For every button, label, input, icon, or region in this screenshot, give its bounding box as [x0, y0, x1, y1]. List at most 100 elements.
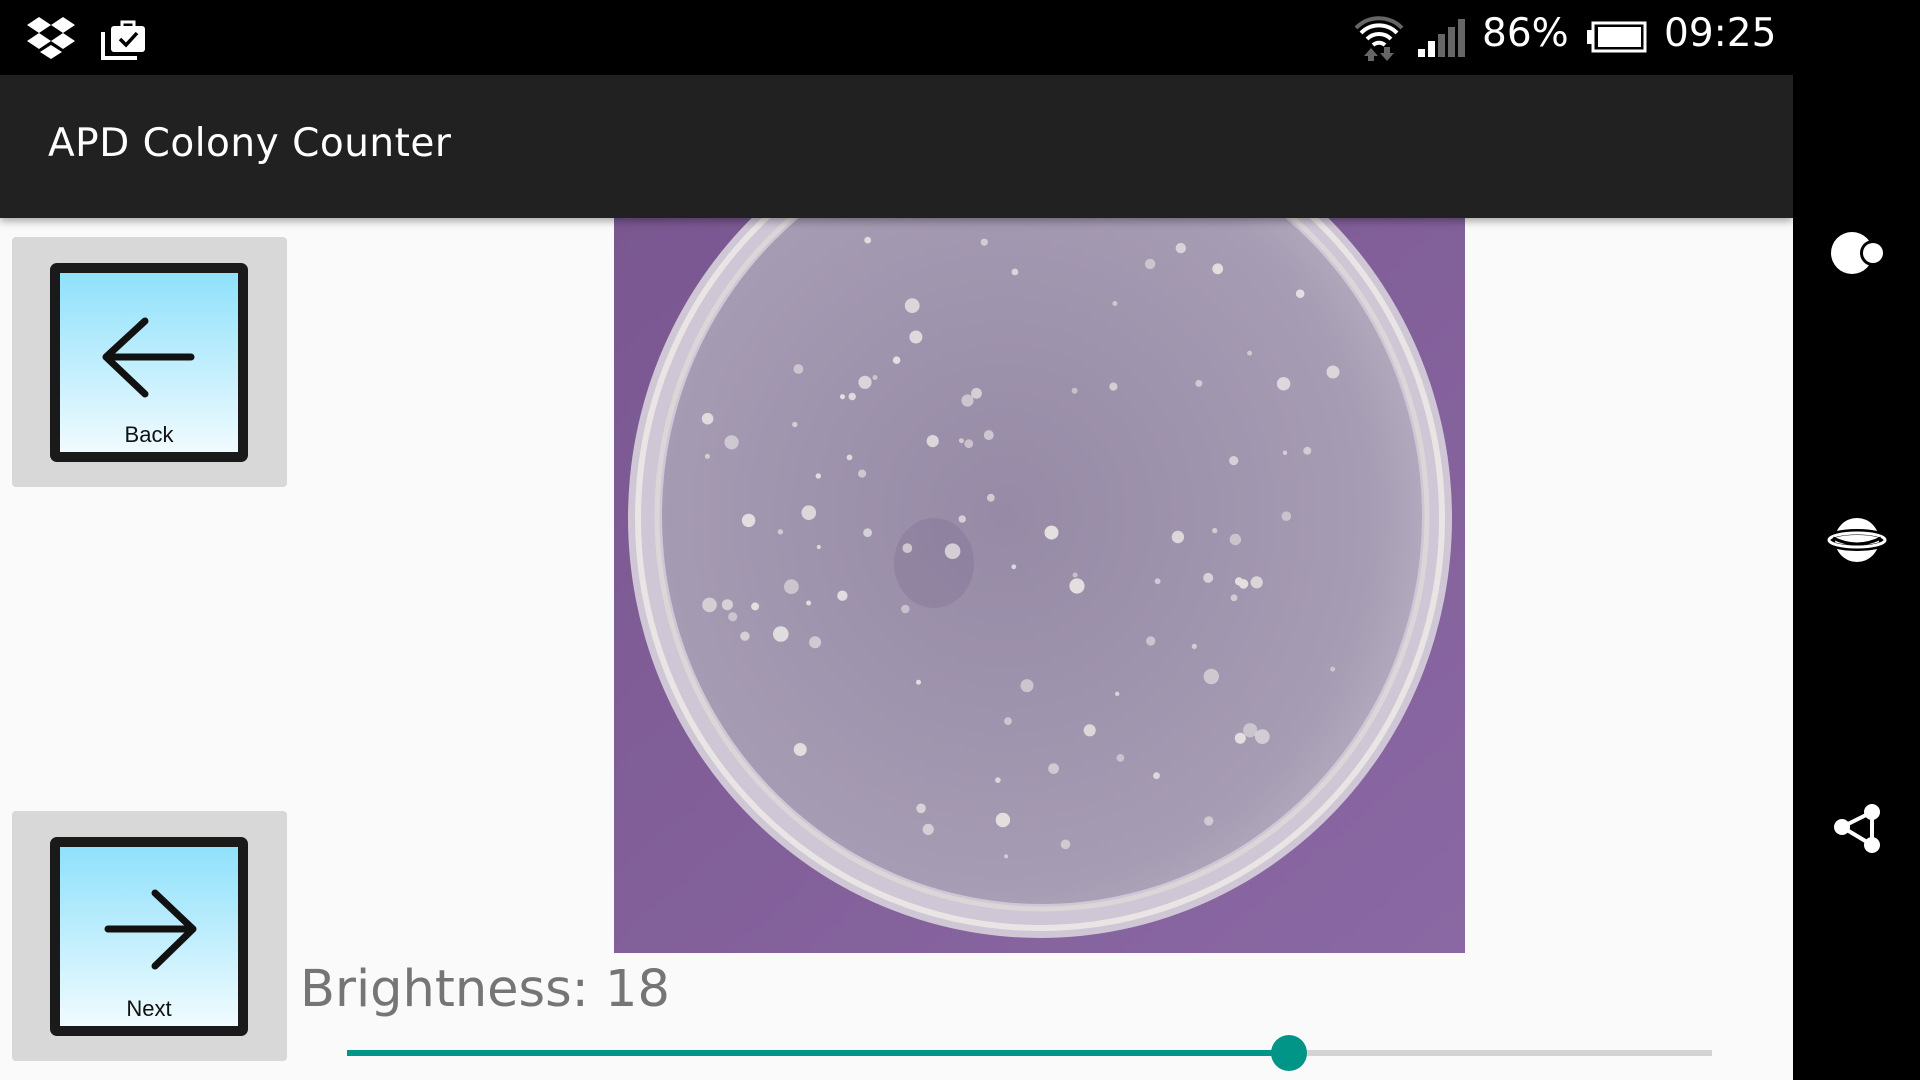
- colony-dot: [777, 529, 784, 535]
- colony-dot: [816, 544, 821, 550]
- colony-dot: [751, 602, 760, 611]
- colony-dot: [792, 421, 798, 428]
- colony-dot: [983, 430, 994, 441]
- colony-dot: [1191, 643, 1197, 649]
- colony-dot: [1330, 666, 1336, 672]
- colony-dot: [858, 469, 867, 478]
- colony-dot: [809, 636, 822, 649]
- colony-dot: [1144, 258, 1156, 270]
- slider-track-fill: [347, 1050, 1289, 1056]
- nav-home-icon: [1824, 518, 1890, 562]
- colony-dot: [1247, 350, 1253, 356]
- colony-dot: [864, 236, 872, 244]
- colony-dot: [1004, 854, 1009, 859]
- colony-dot: [1276, 377, 1291, 391]
- colony-dot: [1229, 456, 1239, 466]
- colony-dot: [961, 394, 974, 407]
- colony-dot: [1112, 301, 1118, 306]
- back-button[interactable]: Back: [12, 237, 287, 487]
- colony-dot: [1212, 263, 1224, 275]
- colony-dot: [1250, 576, 1263, 589]
- dropbox-icon: [27, 15, 75, 65]
- colony-dot: [815, 473, 821, 479]
- colony-dot: [1011, 564, 1017, 570]
- colony-dot: [1153, 772, 1160, 780]
- colony-dot: [793, 743, 807, 756]
- colony-dot: [1326, 365, 1340, 379]
- colony-dot: [922, 823, 934, 836]
- colony-dot: [902, 543, 913, 553]
- colony-dot: [1203, 668, 1219, 685]
- petri-dish-image: [614, 218, 1465, 953]
- battery-percent: 86%: [1482, 11, 1569, 56]
- colony-dot: [858, 375, 872, 389]
- colony-dot: [793, 364, 804, 374]
- colony-dot: [926, 435, 939, 448]
- colony-dot: [863, 528, 872, 538]
- colony-dot: [1195, 379, 1203, 387]
- colony-dot: [1071, 387, 1078, 394]
- colony-dot: [872, 375, 878, 380]
- colony-dot: [944, 543, 961, 559]
- colony-dot: [995, 812, 1011, 828]
- nav-recents-icon: [1834, 804, 1880, 853]
- colony-dot: [806, 600, 812, 606]
- colony-dot: [1212, 527, 1218, 534]
- colony-dot: [724, 435, 739, 450]
- colony-dot: [704, 453, 710, 459]
- colony-dot: [1203, 572, 1214, 583]
- next-label: Next: [126, 996, 172, 1021]
- colony-dot: [702, 597, 717, 613]
- colony-dot: [728, 612, 738, 622]
- next-button[interactable]: Next: [12, 811, 287, 1061]
- colony-dot: [1234, 732, 1246, 744]
- nav-recents-button[interactable]: [1793, 767, 1920, 887]
- colony-dot: [848, 392, 856, 401]
- colony-dot: [773, 626, 789, 642]
- colony-dot: [701, 412, 714, 425]
- colony-dot: [1048, 763, 1059, 774]
- colony-dot: [958, 515, 966, 523]
- nav-back-button[interactable]: [1793, 193, 1920, 313]
- next-tile: Next: [50, 837, 248, 1036]
- colony-dot: [909, 330, 923, 344]
- colony-dot: [916, 803, 926, 814]
- colony-dot: [904, 298, 920, 313]
- colony-dot: [901, 604, 910, 614]
- clock-time: 09:25: [1664, 11, 1777, 56]
- colony-dot: [1204, 816, 1214, 826]
- colony-dot: [971, 387, 982, 399]
- colony-dot: [1243, 723, 1258, 738]
- nav-back-icon: [1831, 232, 1886, 274]
- colony-dot: [1175, 242, 1186, 254]
- main-content: Back Next Brightness: 18: [0, 218, 1793, 1080]
- colony-dot: [986, 493, 995, 502]
- colony-dot: [1230, 594, 1238, 602]
- colony-dot: [846, 454, 853, 461]
- colony-dot: [1234, 577, 1244, 586]
- back-tile: Back: [50, 263, 248, 462]
- colony-dot: [784, 579, 799, 595]
- colony-dot: [1154, 578, 1161, 585]
- colony-dot: [837, 590, 848, 601]
- slider-thumb[interactable]: [1270, 1035, 1307, 1071]
- colony-dot: [1116, 754, 1125, 762]
- colony-dot: [741, 513, 756, 528]
- colony-dot: [995, 777, 1001, 783]
- colony-dot: [1229, 533, 1242, 546]
- colony-dot: [840, 394, 845, 400]
- colony-dot: [916, 679, 921, 685]
- nav-home-button[interactable]: [1793, 480, 1920, 600]
- colony-dot: [721, 599, 733, 611]
- system-nav-bar: [1793, 75, 1920, 1080]
- app-bar: APD Colony Counter: [0, 75, 1793, 218]
- brightness-slider[interactable]: [347, 1035, 1712, 1071]
- work-briefcase-check-icon: [101, 18, 147, 64]
- colony-dot: [1060, 839, 1071, 850]
- colony-dot: [1083, 724, 1096, 737]
- colony-dot: [964, 439, 974, 449]
- colony-dot: [1011, 268, 1019, 276]
- colony-dot: [740, 631, 750, 641]
- colony-dot: [801, 505, 817, 520]
- status-bar: 86% 09:25: [0, 0, 1920, 75]
